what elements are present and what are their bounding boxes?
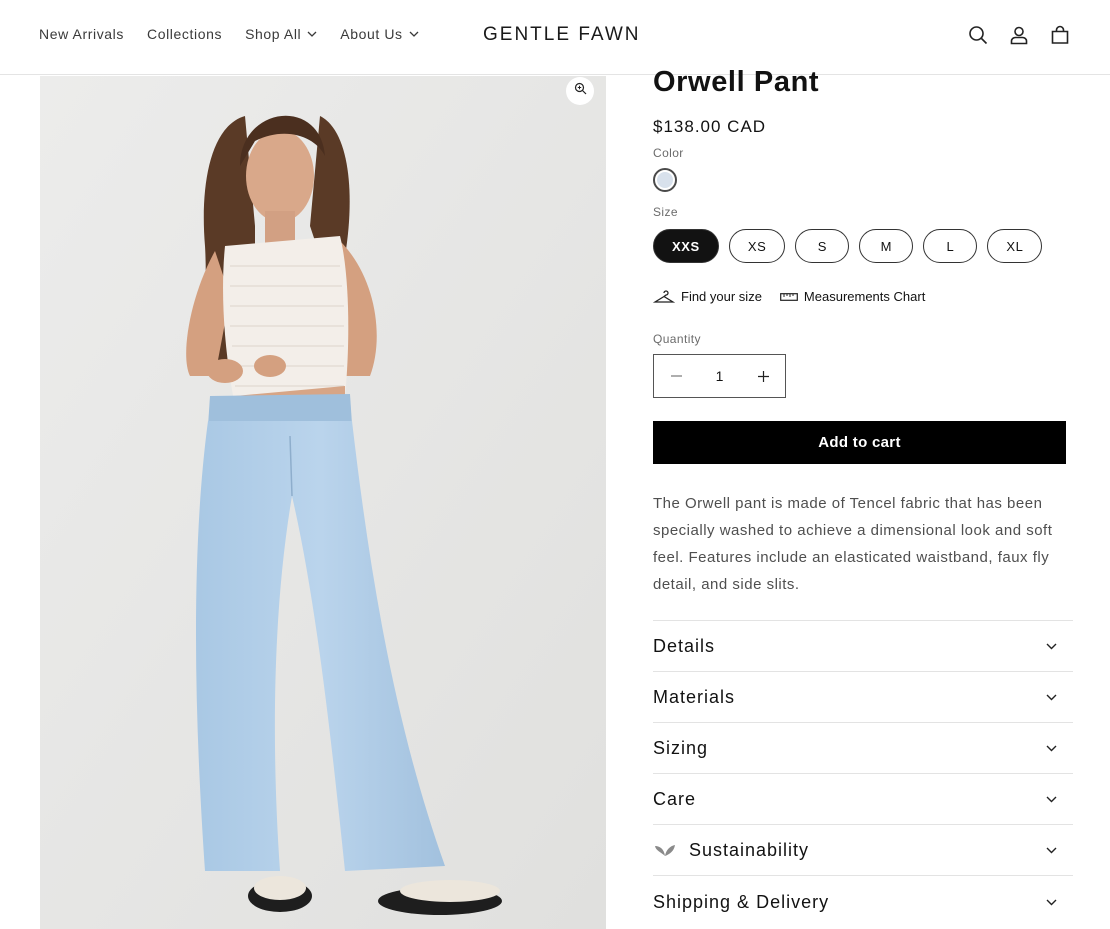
accordion-sizing[interactable]: Sizing (653, 722, 1073, 773)
nav-label: About Us (340, 26, 403, 42)
accordion-label: Sizing (653, 737, 709, 758)
site-header: New Arrivals Collections Shop All About … (0, 0, 1110, 75)
add-to-cart-button[interactable]: Add to cart (653, 421, 1066, 464)
swatch-fill (657, 172, 673, 188)
measurements-chart-link[interactable]: Measurements Chart (780, 289, 925, 304)
chevron-down-icon (1046, 643, 1057, 650)
account-icon[interactable] (1007, 23, 1031, 47)
nav-label: Shop All (245, 26, 302, 42)
size-option-xl[interactable]: XL (987, 229, 1043, 263)
accordion-materials[interactable]: Materials (653, 671, 1073, 722)
accordion-care[interactable]: Care (653, 773, 1073, 824)
product-title: Orwell Pant (653, 66, 820, 98)
find-your-size-label: Find your size (681, 289, 762, 304)
zoom-icon (574, 82, 587, 100)
accordion-label: Sustainability (689, 839, 810, 860)
leaf-icon (655, 845, 675, 856)
size-label: Size (653, 205, 678, 219)
chevron-down-icon (1046, 796, 1057, 803)
accordion-sustainability[interactable]: Sustainability (653, 824, 1073, 875)
logo-part-2: FAWN (578, 24, 641, 45)
find-your-size-link[interactable]: Find your size (653, 289, 762, 304)
chevron-down-icon (1046, 847, 1057, 854)
nav-collections[interactable]: Collections (147, 26, 222, 42)
product-photo (40, 76, 606, 929)
hanger-icon (653, 289, 675, 303)
cart-icon[interactable] (1048, 23, 1072, 47)
nav-label: New Arrivals (39, 26, 124, 42)
accordion-shipping[interactable]: Shipping & Delivery (653, 875, 1073, 928)
size-option-l[interactable]: L (923, 229, 978, 263)
chevron-down-icon (1046, 694, 1057, 701)
size-option-xxs[interactable]: XXS (653, 229, 719, 263)
color-swatch[interactable] (653, 168, 677, 192)
size-options: XXS XS S M L XL (653, 229, 1052, 263)
quantity-decrease-button[interactable] (654, 355, 698, 397)
logo-part-1: GENTLE (483, 24, 572, 45)
nav-label: Collections (147, 26, 223, 42)
quantity-increase-button[interactable] (741, 355, 785, 397)
chevron-down-icon (307, 31, 317, 37)
accordion-label: Care (653, 788, 697, 809)
plus-icon (757, 370, 769, 382)
ruler-icon (780, 292, 798, 301)
quantity-input[interactable] (699, 368, 740, 384)
product-accordion: Details Materials Sizing Care Sustainabi… (653, 620, 1073, 928)
search-icon[interactable] (966, 23, 990, 47)
size-option-xs[interactable]: XS (728, 229, 786, 263)
main-nav: New Arrivals Collections Shop All About … (39, 26, 442, 42)
accordion-label: Shipping & Delivery (653, 891, 830, 912)
product-description: The Orwell pant is made of Tencel fabric… (653, 495, 1053, 593)
zoom-button[interactable] (566, 77, 594, 105)
accordion-label: Materials (653, 686, 736, 707)
chevron-down-icon (1046, 899, 1057, 906)
measurements-chart-label: Measurements Chart (803, 289, 926, 304)
product-image[interactable] (40, 76, 606, 929)
minus-icon (670, 375, 682, 377)
nav-shop-all[interactable]: Shop All (245, 26, 317, 42)
product-price: $138.00 CAD (653, 117, 767, 136)
size-help-links: Find your size Measurements Chart (653, 289, 943, 304)
quantity-stepper (653, 354, 786, 398)
nav-about-us[interactable]: About Us (340, 26, 419, 42)
size-option-s[interactable]: S (795, 229, 850, 263)
accordion-details[interactable]: Details (653, 620, 1073, 671)
chevron-down-icon (409, 31, 419, 37)
accordion-label: Details (653, 635, 716, 656)
size-option-m[interactable]: M (859, 229, 914, 263)
site-logo[interactable]: GENTLE FAWN (483, 24, 641, 46)
quantity-label: Quantity (653, 332, 701, 346)
accordion-label-row: Sustainability (653, 840, 809, 861)
color-label: Color (653, 146, 684, 160)
chevron-down-icon (1046, 745, 1057, 752)
header-actions (949, 23, 1072, 47)
nav-new-arrivals[interactable]: New Arrivals (39, 26, 124, 42)
